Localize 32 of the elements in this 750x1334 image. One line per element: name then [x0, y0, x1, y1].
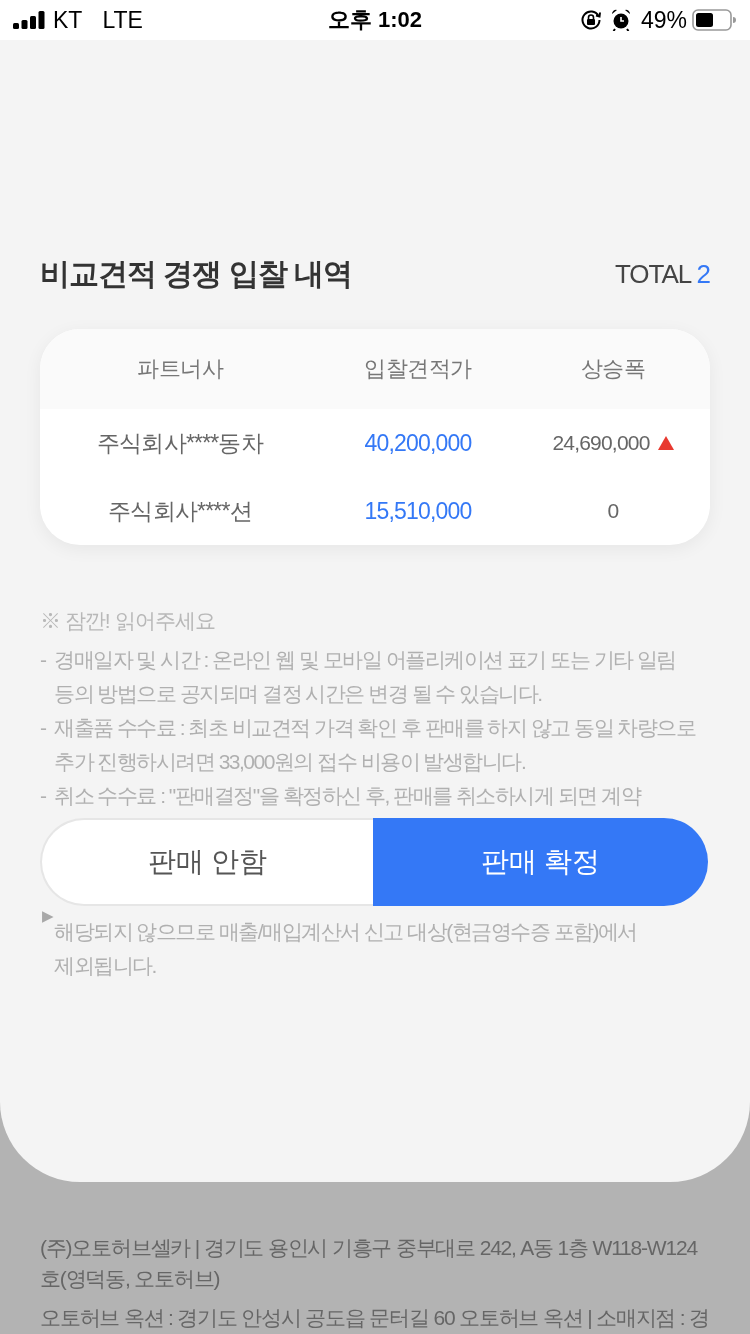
battery-icon [692, 9, 736, 31]
table-cell: 40,200,000 [364, 429, 472, 457]
decline-sale-button[interactable]: 판매 안함 [40, 818, 373, 906]
network-label: LTE [102, 6, 143, 34]
table-cell: 0 [607, 499, 619, 523]
section-title: 비교견적 경쟁 입찰 내역 [40, 256, 352, 292]
confirm-sale-button[interactable]: 판매 확정 [373, 818, 708, 906]
table-cell-text: 주식회사****션 [108, 496, 252, 526]
column-header: 파트너사 [137, 355, 223, 383]
alarm-clock-icon [610, 9, 631, 31]
company-info-text: (주)오토허브셀카 | 경기도 용인시 기흥구 중부대로 242, A동 1층 W118-W124 호(영덕동, 오토허브) [40, 1235, 699, 1292]
battery-percent: 49% [640, 6, 687, 34]
bullet-marker: - [40, 715, 48, 741]
bullet-marker: - [40, 783, 48, 809]
rotation-lock-icon [579, 9, 602, 31]
total-count: TOTAL 2 [614, 258, 710, 290]
signal-icon [13, 11, 45, 29]
carrier-label: KT [53, 6, 83, 34]
table-cell: 15,510,000 [364, 497, 472, 525]
notice-text: 취소 수수료 : "판매결정"을 확정하신 후, 판매를 취소하시게 되면 계약 [54, 783, 641, 809]
notice-text: 경매일자 및 시간 : 온라인 웹 및 모바일 어플리케이션 표기 또는 기타 일림 등의 방법으로 공지되며 결정 시간은 변경 될 수 있습니다. [54, 647, 676, 707]
bullet-marker: ▶ [42, 907, 54, 926]
column-header: 입찰견적가 [364, 355, 472, 383]
time-label: 오후 1:02 [327, 6, 423, 34]
notice-heading: ※ 잠깐! 읽어주세요 [40, 608, 215, 634]
table-cell: 24,690,000 [552, 431, 650, 455]
table-cell-text: 주식회사****동차 [97, 428, 263, 458]
bullet-marker: - [40, 647, 48, 673]
notice-text: 재출품 수수료 : 최초 비교견적 가격 확인 후 판매를 하지 않고 동일 차량으로 추가 진행하시려면 33,000원의 접수 비용이 발생합니다. [54, 715, 696, 775]
company-info-text: 오토허브 옥션 : 경기도 안성시 공도읍 문터길 60 오토허브 옥션 | 소매지점 : 경 [40, 1305, 710, 1331]
column-header: 상승폭 [580, 355, 646, 383]
notice-text: 해당되지 않으므로 매출/매입계산서 신고 대상(현금영수증 포함)에서 제외됩니다. [54, 919, 637, 979]
